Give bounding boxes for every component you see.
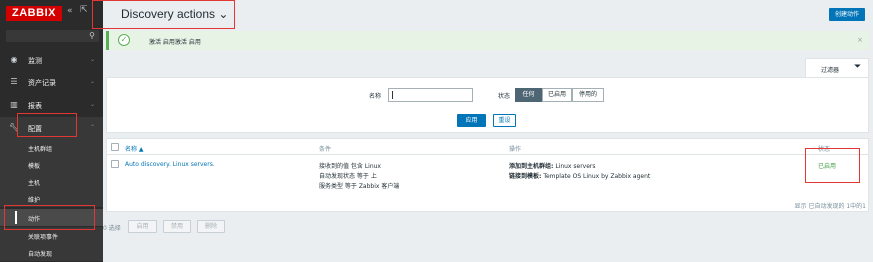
- condition-line: 接收到的值 包含 Linux: [319, 163, 381, 170]
- apply-button[interactable]: 应用: [457, 114, 486, 127]
- subitem-label: 关联项事件: [28, 234, 59, 241]
- chevron-up-icon: ⌃: [89, 124, 95, 131]
- operation-label: 链接到模板:: [509, 173, 542, 180]
- operation-line: 链接到模板: Template OS Linux by Zabbix agent: [509, 171, 650, 180]
- filter-tab-label: 过滤器: [821, 67, 840, 74]
- sidebar-item-label: 监测: [28, 57, 42, 65]
- annotation-box-status: [805, 148, 860, 183]
- success-message: ✓ 激活 启用激活 启用 ×: [106, 31, 869, 50]
- subitem-label: 主机: [28, 180, 41, 187]
- funnel-icon: ⏷: [854, 62, 862, 72]
- table-summary: 显示 已自动发现的 1中的1: [794, 203, 866, 210]
- logo-row: ZABBIX « ⇱: [0, 0, 103, 26]
- column-header-name[interactable]: 名称 ▲: [125, 144, 144, 153]
- status-filter-label: 状态: [498, 93, 511, 100]
- condition-line: 服务类型 等于 Zabbix 客户端: [319, 183, 400, 190]
- sidebar-subitem-discovery[interactable]: 自动发现: [0, 244, 103, 261]
- column-header-conditions: 条件: [319, 146, 332, 153]
- row-checkbox[interactable]: [111, 160, 119, 168]
- sidebar-subitem-hosts[interactable]: 主机: [0, 173, 103, 190]
- selected-count: 0 选择: [103, 225, 121, 232]
- main-content: Discovery actions ⌄ 创建动作 ✓ 激活 启用激活 启用 × …: [103, 0, 873, 262]
- collapse-sidebar-icon[interactable]: «: [67, 6, 73, 16]
- status-enabled-option[interactable]: 已启用: [542, 88, 572, 102]
- check-circle-icon: ✓: [118, 34, 130, 46]
- name-filter-label: 名称: [369, 93, 382, 100]
- sidebar-item-label: 报表: [28, 102, 42, 110]
- sidebar-item-monitoring[interactable]: ◉ 监测 ⌄: [0, 49, 103, 71]
- action-name-link[interactable]: Auto discovery. Linux servers.: [125, 161, 215, 168]
- message-text: 激活 启用激活 启用: [149, 39, 201, 46]
- mass-enable-button[interactable]: 启用: [128, 220, 157, 233]
- sidebar-item-label: 资产记录: [28, 79, 56, 87]
- chevron-down-icon: ⌄: [89, 101, 95, 108]
- filter-tab[interactable]: 过滤器 ⏷: [805, 58, 869, 77]
- status-any-option[interactable]: 任何: [515, 88, 542, 102]
- create-action-button[interactable]: 创建动作: [828, 8, 865, 21]
- actions-table: 名称 ▲ 条件 操作 状态 Auto discovery. Linux serv…: [106, 138, 869, 212]
- operation-value: Template OS Linux by Zabbix agent: [541, 173, 651, 180]
- chevron-down-icon: ⌄: [89, 78, 95, 85]
- name-filter-input[interactable]: [388, 88, 473, 102]
- sidebar-subitem-host-groups[interactable]: 主机群组: [0, 139, 103, 156]
- mass-disable-button[interactable]: 禁用: [163, 220, 191, 233]
- status-disabled-option[interactable]: 停用的: [572, 88, 604, 102]
- subitem-label: 自动发现: [28, 251, 53, 258]
- eye-icon: ◉: [10, 55, 18, 64]
- subitem-label: 主机群组: [28, 146, 53, 153]
- search-icon[interactable]: ⚲: [89, 31, 95, 40]
- filter-panel: 名称 状态 任何 已启用 停用的 应用 重设: [106, 77, 869, 133]
- sidebar-subitem-templates[interactable]: 模板: [0, 156, 103, 173]
- operation-value: Linux servers: [553, 163, 596, 170]
- operation-label: 添加到主机群组:: [509, 163, 554, 170]
- chevron-down-icon: ⌄: [89, 56, 95, 63]
- sidebar-search-input[interactable]: ⚲: [6, 30, 99, 42]
- list-icon: ☰: [10, 77, 18, 86]
- header-divider: [107, 154, 868, 155]
- subitem-label: 模板: [28, 163, 41, 170]
- reset-button[interactable]: 重设: [493, 114, 516, 127]
- close-icon[interactable]: ×: [857, 36, 863, 44]
- column-header-operations: 操作: [509, 146, 522, 153]
- zabbix-logo[interactable]: ZABBIX: [6, 6, 62, 21]
- subitem-label: 维护: [28, 197, 41, 204]
- select-all-checkbox[interactable]: [111, 143, 119, 151]
- mass-delete-button[interactable]: 删除: [197, 220, 225, 233]
- annotation-box-title: [92, 0, 235, 29]
- sidebar-item-inventory[interactable]: ☰ 资产记录 ⌄: [0, 71, 103, 93]
- kiosk-mode-icon[interactable]: ⇱: [80, 5, 88, 15]
- condition-line: 自动发现状态 等于 上: [319, 173, 377, 180]
- chart-icon: ▥: [10, 100, 18, 109]
- operation-line: 添加到主机群组: Linux servers: [509, 161, 596, 170]
- annotation-box-configuration: [17, 113, 77, 137]
- annotation-box-actions: [4, 205, 95, 230]
